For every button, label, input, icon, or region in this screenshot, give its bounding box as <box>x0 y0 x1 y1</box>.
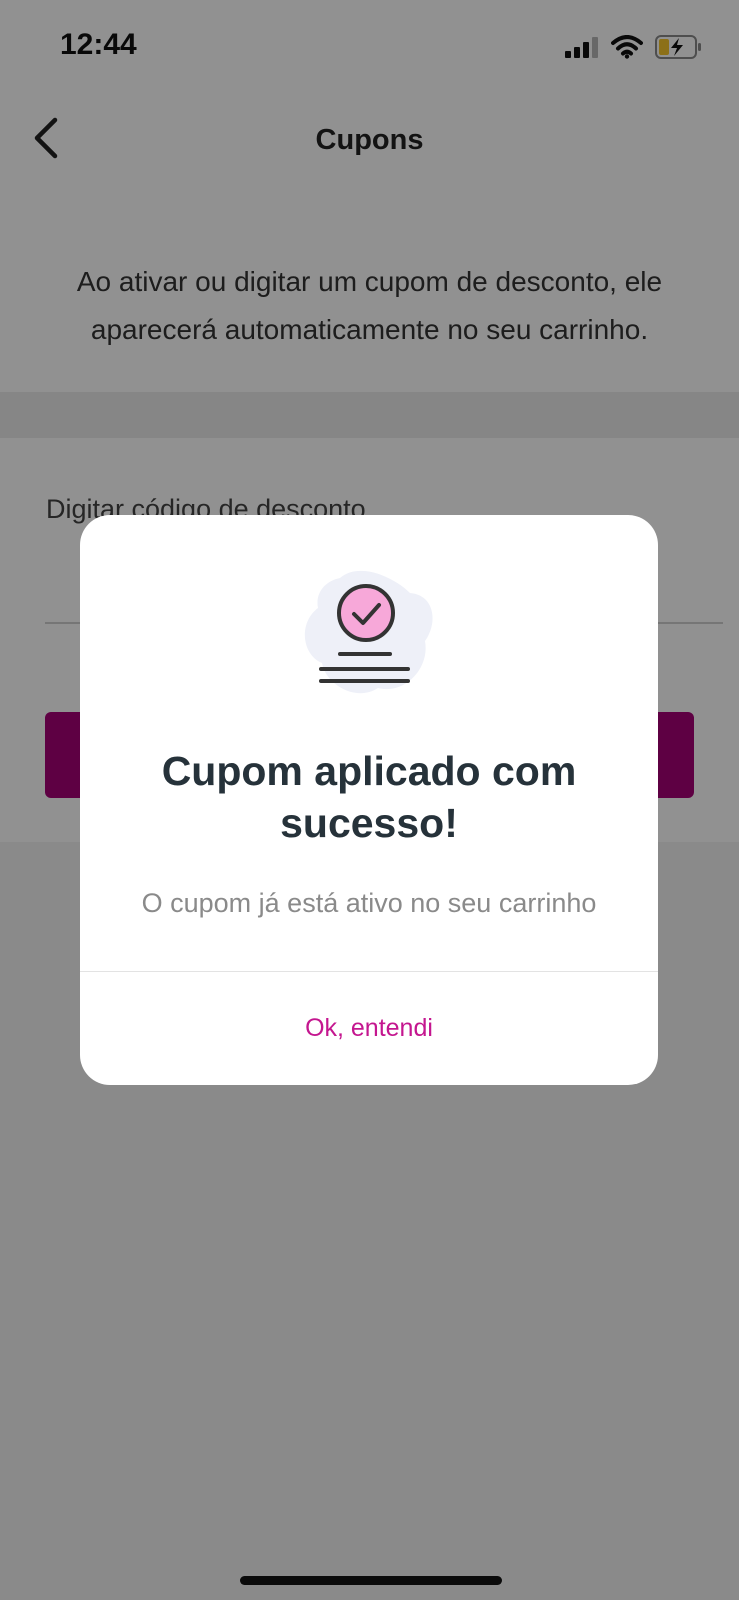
success-modal: Cupom aplicado com sucesso! O cupom já e… <box>80 515 658 1085</box>
modal-title: Cupom aplicado com sucesso! <box>161 748 577 846</box>
ok-button[interactable]: Ok, entendi <box>80 972 658 1085</box>
home-indicator[interactable] <box>240 1576 502 1585</box>
modal-message: O cupom já está ativo no seu carrinho <box>141 888 597 918</box>
coupon-success-icon <box>304 570 433 694</box>
